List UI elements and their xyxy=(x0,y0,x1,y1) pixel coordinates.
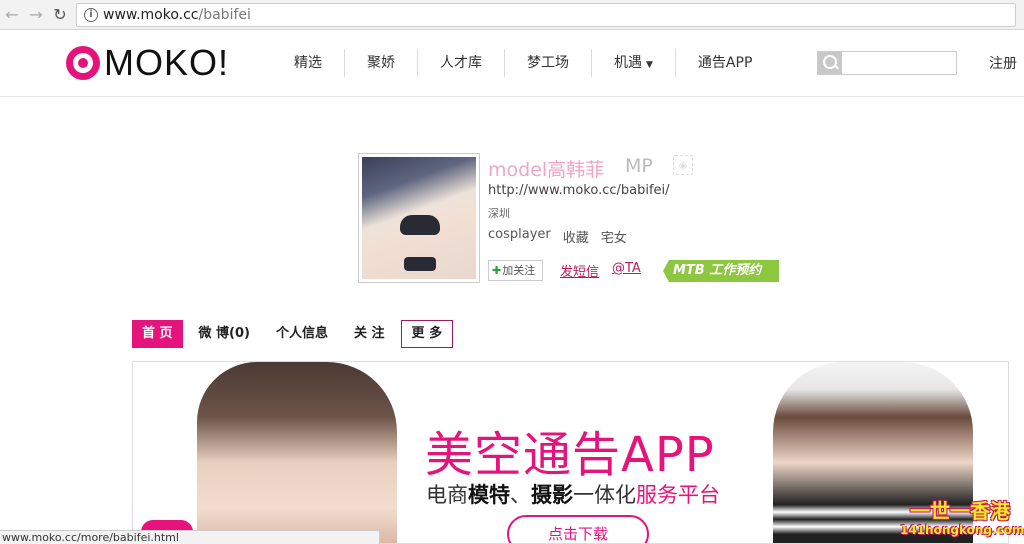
mtb-booking-button[interactable]: MTB 工作预约 xyxy=(663,260,779,282)
follow-button[interactable]: ✚加关注 xyxy=(488,260,543,281)
watermark-line2: 141hongkong.com xyxy=(900,523,1024,537)
info-icon[interactable]: i xyxy=(84,8,98,22)
profile-tags: cosplayer 收藏 宅女 xyxy=(488,227,627,246)
nav-item-app[interactable]: 通告APP xyxy=(676,49,774,77)
tag-item[interactable]: 宅女 xyxy=(601,227,627,246)
banner-model-left-image xyxy=(197,362,397,543)
tab-more[interactable]: 更 多 xyxy=(400,320,454,348)
reload-icon[interactable]: ↻ xyxy=(50,5,70,25)
tab-weibo[interactable]: 微 博(0) xyxy=(189,320,260,348)
search-box[interactable] xyxy=(817,51,957,75)
profile-url[interactable]: http://www.moko.cc/babifei/ xyxy=(488,183,670,198)
browser-status-bar: www.moko.cc/more/babifei.html xyxy=(0,530,380,544)
banner-sub-part: 服务平台 xyxy=(636,483,720,507)
follow-label: 加关注 xyxy=(502,264,536,277)
nav-item-jiyu[interactable]: 机遇 ▼ xyxy=(592,49,676,77)
banner-sub-part: 一体化 xyxy=(573,483,636,507)
profile-level: MP xyxy=(625,155,653,177)
tag-item[interactable]: cosplayer xyxy=(488,227,551,246)
watermark-line1: 一世一香港 xyxy=(910,499,1010,523)
banner-sub-part: 摄影 xyxy=(531,483,573,507)
logo-text: MOKO! xyxy=(104,42,230,83)
banner-sub-part: 、 xyxy=(510,483,531,507)
download-button[interactable]: 点击下载 xyxy=(507,515,649,543)
avatar-photo xyxy=(362,157,476,279)
address-bar[interactable]: i www.moko.cc/babifei xyxy=(76,3,1016,27)
tab-home[interactable]: 首 页 xyxy=(132,320,183,348)
profile-avatar[interactable] xyxy=(358,153,480,283)
register-link[interactable]: 注册 xyxy=(989,53,1017,73)
tab-following[interactable]: 关 注 xyxy=(344,320,395,348)
back-arrow-icon[interactable]: ← xyxy=(2,5,22,25)
banner-sub-part: 电商 xyxy=(426,483,468,507)
banner-title: 美空通告APP xyxy=(425,427,715,483)
nav-item-jiyu-label: 机遇 xyxy=(614,55,642,71)
main-nav: 精选 聚娇 人才库 梦工场 机遇 ▼ 通告APP xyxy=(272,49,774,77)
profile-tabs: 首 页 微 博(0) 个人信息 关 注 更 多 xyxy=(132,320,459,348)
plus-icon: ✚ xyxy=(492,264,502,277)
browser-toolbar: ← → ↻ i www.moko.cc/babifei xyxy=(0,0,1024,30)
site-header: MOKO! 精选 聚娇 人才库 梦工场 机遇 ▼ 通告APP 注册 xyxy=(0,31,1024,97)
url-text: www.moko.cc/babifei xyxy=(103,7,251,23)
moko-logo[interactable]: MOKO! xyxy=(66,42,230,83)
nav-item-jingxuan[interactable]: 精选 xyxy=(272,49,345,77)
nav-item-rencaiku[interactable]: 人才库 xyxy=(418,49,505,77)
nav-item-menggongchang[interactable]: 梦工场 xyxy=(505,49,592,77)
banner-subtitle: 电商模特、摄影一体化服务平台 xyxy=(426,479,720,509)
send-message-link[interactable]: 发短信 xyxy=(560,261,599,280)
verified-badge-icon: ◈ xyxy=(673,155,693,175)
mention-link[interactable]: @TA xyxy=(612,261,641,276)
site-watermark: 一世一香港 141hongkong.com xyxy=(900,499,1024,544)
chevron-down-icon: ▼ xyxy=(646,60,653,70)
banner-sub-part: 模特 xyxy=(468,483,510,507)
app-promo-banner[interactable]: 美空通告APP 电商模特、摄影一体化服务平台 点击下载 xyxy=(132,361,1009,544)
nav-item-jujiao[interactable]: 聚娇 xyxy=(345,49,418,77)
forward-arrow-icon[interactable]: → xyxy=(26,5,46,25)
search-icon[interactable] xyxy=(818,52,842,74)
profile-name[interactable]: model高韩菲 xyxy=(488,155,604,182)
logo-target-icon xyxy=(66,46,100,80)
tab-personal-info[interactable]: 个人信息 xyxy=(266,320,338,348)
tag-item[interactable]: 收藏 xyxy=(563,227,589,246)
profile-city: 深圳 xyxy=(488,207,510,220)
